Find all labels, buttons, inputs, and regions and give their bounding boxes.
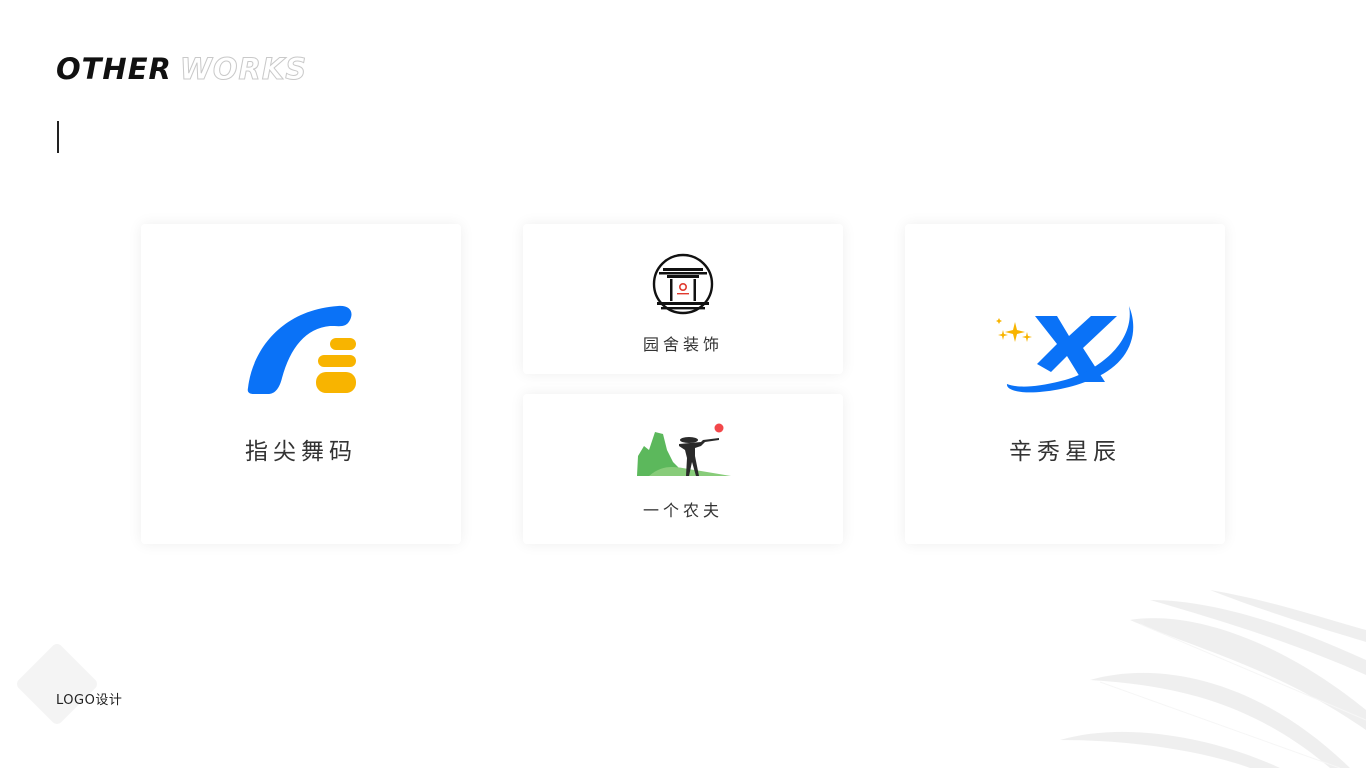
footer-diamond-decoration xyxy=(14,641,100,727)
logo-card-fingertip[interactable]: 指尖舞码 xyxy=(141,224,461,544)
page-title: OTHER WORKS xyxy=(56,52,308,87)
title-solid: OTHER xyxy=(56,52,172,86)
fingertip-dance-code-logo xyxy=(247,305,356,394)
yuanshe-decoration-logo xyxy=(652,253,714,315)
card-label: 园舍装饰 xyxy=(642,335,723,354)
card-label: 辛秀星辰 xyxy=(1009,439,1121,465)
logo-card-farmer[interactable]: 一个农夫 xyxy=(523,394,843,544)
logo-card-yuanshe[interactable]: 园舍装饰 xyxy=(523,224,843,374)
title-outline: WORKS xyxy=(179,52,308,87)
card-label: 指尖舞码 xyxy=(245,439,357,465)
xinxiu-stars-logo xyxy=(996,306,1134,393)
card-label: 一个农夫 xyxy=(642,501,723,520)
footer-label: LOGO设计 xyxy=(56,693,123,708)
palm-leaf-decoration xyxy=(1060,590,1366,768)
logo-card-xinxiu[interactable]: 辛秀星辰 xyxy=(905,224,1225,544)
farmer-logo xyxy=(637,423,731,476)
title-divider xyxy=(57,121,59,153)
